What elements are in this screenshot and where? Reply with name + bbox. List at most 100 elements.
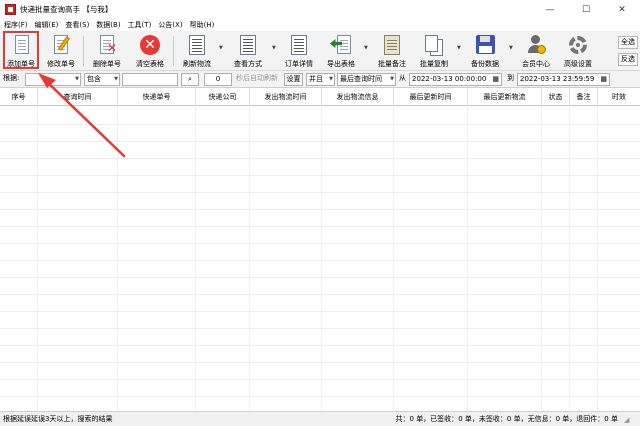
delete-tracking-label: 删除单号 — [93, 60, 121, 68]
logic-select[interactable]: 并且 ▼ — [306, 73, 335, 86]
save-disk-icon — [474, 34, 496, 56]
order-detail-button[interactable]: 订单详情 — [281, 33, 317, 69]
menu-notice[interactable]: 公告(X) — [154, 20, 185, 30]
table-row — [0, 192, 640, 193]
grid-line — [249, 106, 250, 411]
column-header[interactable]: 时效 — [598, 88, 640, 106]
note-scroll-icon — [381, 34, 403, 56]
grid-line — [467, 106, 468, 411]
maximize-button[interactable]: ☐ — [568, 0, 604, 19]
column-header[interactable]: 序号 — [0, 88, 38, 106]
column-header[interactable]: 发出物流信息 — [322, 88, 394, 106]
close-button[interactable]: ✕ — [604, 0, 640, 19]
batch-copy-button[interactable]: 批量复制 — [416, 33, 452, 69]
window-title: 快递批量查询高手 【与我】 — [20, 5, 113, 14]
auto-refresh-label: 秒后自动刷新 — [236, 74, 278, 82]
filter-bar: 根据: ▼ 包含 ▼ ⌕ 0 秒后自动刷新 设置 并且 ▼ 最后查询时间 ▼ 从… — [0, 71, 640, 88]
grid-line — [541, 106, 542, 411]
column-header[interactable]: 快递公司 — [196, 88, 250, 106]
results-table[interactable]: 序号 查询时间 快递单号 快递公司 发出物流时间 发出物流信息 最后更新时间 最… — [0, 88, 640, 411]
toolbar-divider — [83, 36, 84, 66]
basis-select[interactable]: ▼ — [25, 73, 81, 86]
invert-selection-button[interactable]: 反选 — [618, 53, 638, 66]
chevron-down-icon: ▼ — [329, 76, 333, 82]
from-label: 从 — [399, 74, 406, 82]
signed-count: 0 — [458, 415, 463, 423]
menu-edit[interactable]: 编辑(E) — [31, 20, 62, 30]
table-row — [0, 124, 640, 125]
unsigned-count: 0 — [506, 415, 512, 423]
refresh-logistics-button[interactable]: 刷新物流 — [179, 33, 215, 69]
backup-data-label: 备份数据 — [471, 60, 499, 68]
grid-line — [321, 106, 322, 411]
chevron-down-icon: ▼ — [390, 76, 394, 82]
table-row — [0, 158, 640, 159]
column-header[interactable]: 备注 — [570, 88, 598, 106]
table-row — [0, 243, 640, 244]
calendar-icon: ▦ — [492, 75, 499, 83]
menu-bar: 程序(F) 编辑(E) 查看(S) 数据(B) 工具(T) 公告(X) 帮助(H… — [0, 19, 640, 31]
column-header[interactable]: 快递单号 — [118, 88, 196, 106]
table-row — [0, 311, 640, 312]
search-button[interactable]: ⌕ — [181, 73, 199, 86]
table-row — [0, 226, 640, 227]
settings-button[interactable]: 设置 — [284, 73, 303, 86]
backup-data-button[interactable]: 备份数据 — [466, 33, 504, 69]
time-field-select[interactable]: 最后查询时间 ▼ — [337, 73, 396, 86]
column-header[interactable]: 状态 — [542, 88, 570, 106]
title-bar: 快递批量查询高手 【与我】 — ☐ ✕ — [0, 0, 640, 19]
grid-line — [597, 106, 598, 411]
match-select-value: 包含 — [87, 75, 101, 83]
column-header[interactable]: 最后更新物流 — [468, 88, 542, 106]
keyword-input[interactable] — [122, 73, 178, 86]
export-table-button[interactable]: 导出表格 — [323, 33, 359, 69]
delete-tracking-button[interactable]: ✕ 删除单号 — [89, 33, 125, 69]
table-row — [0, 260, 640, 261]
minimize-button[interactable]: — — [532, 0, 568, 19]
batch-note-button[interactable]: 批量备注 — [373, 33, 411, 69]
menu-view[interactable]: 查看(S) — [61, 20, 92, 30]
refresh-seconds-input[interactable]: 0 — [204, 73, 232, 86]
from-datetime-input[interactable]: 2022-03-13 00:00:00 ▦ — [409, 73, 502, 86]
menu-program[interactable]: 程序(F) — [0, 20, 31, 30]
table-row — [0, 294, 640, 295]
export-table-label: 导出表格 — [327, 60, 355, 68]
select-all-button[interactable]: 全选 — [618, 36, 638, 49]
returned-unit: 单 — [611, 415, 618, 423]
column-header[interactable]: 查询时间 — [38, 88, 118, 106]
order-detail-label: 订单详情 — [285, 60, 313, 68]
window-controls: — ☐ ✕ — [532, 0, 640, 19]
toolbar: 添加单号 修改单号 ✕ 删除单号 ✕ 清空表格 刷新物流 ▼ 查看方式 ▼ 订单… — [0, 31, 640, 71]
menu-help[interactable]: 帮助(H) — [186, 20, 218, 30]
advanced-settings-label: 高级设置 — [564, 60, 592, 68]
edit-tracking-button[interactable]: 修改单号 — [44, 33, 78, 69]
chevron-down-icon[interactable]: ▼ — [219, 45, 223, 51]
table-row — [0, 328, 640, 329]
chevron-down-icon[interactable]: ▼ — [272, 45, 276, 51]
menu-tools[interactable]: 工具(T) — [124, 20, 155, 30]
column-header[interactable]: 发出物流时间 — [250, 88, 322, 106]
returned-count: 0 — [604, 415, 609, 423]
match-select[interactable]: 包含 ▼ — [84, 73, 120, 86]
table-header: 序号 查询时间 快递单号 快递公司 发出物流时间 发出物流信息 最后更新时间 最… — [0, 88, 640, 106]
advanced-settings-button[interactable]: 高级设置 — [559, 33, 597, 69]
menu-data[interactable]: 数据(B) — [92, 20, 123, 30]
member-center-button[interactable]: 会员中心 — [517, 33, 555, 69]
grid-line — [569, 106, 570, 411]
edit-document-icon — [50, 34, 72, 56]
logic-select-value: 并且 — [309, 75, 323, 83]
refresh-logistics-label: 刷新物流 — [183, 60, 211, 68]
resize-grip-icon[interactable]: ◢ — [624, 413, 636, 425]
basis-label: 根据: — [3, 74, 20, 82]
detail-list-icon — [288, 34, 310, 56]
chevron-down-icon[interactable]: ▼ — [364, 45, 368, 51]
column-header[interactable]: 最后更新时间 — [394, 88, 468, 106]
chevron-down-icon[interactable]: ▼ — [457, 45, 461, 51]
view-mode-button[interactable]: 查看方式 — [229, 33, 267, 69]
clear-table-button[interactable]: ✕ 清空表格 — [132, 33, 168, 69]
grid-line — [37, 106, 38, 411]
chevron-down-icon[interactable]: ▼ — [509, 45, 513, 51]
chevron-down-icon: ▼ — [114, 76, 118, 82]
clear-icon: ✕ — [139, 34, 161, 56]
to-datetime-input[interactable]: 2022-03-13 23:59:59 ▦ — [517, 73, 610, 86]
